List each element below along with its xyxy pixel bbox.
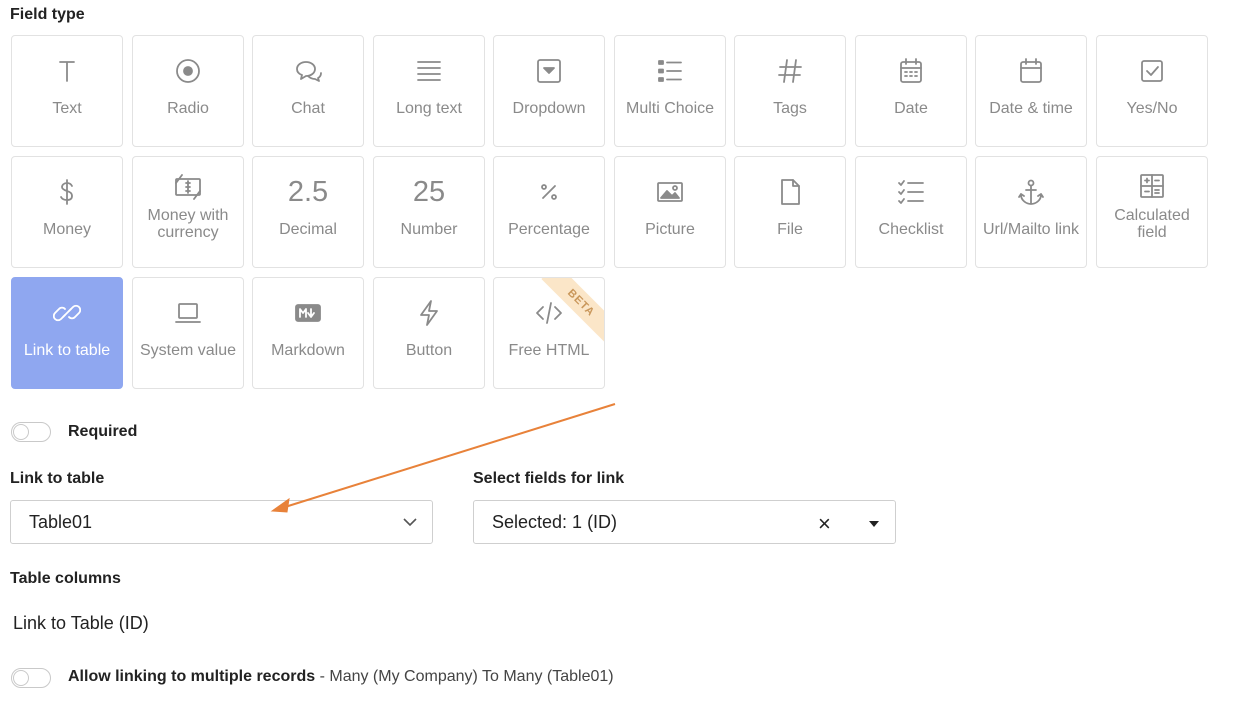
annotation-arrow — [270, 403, 616, 513]
